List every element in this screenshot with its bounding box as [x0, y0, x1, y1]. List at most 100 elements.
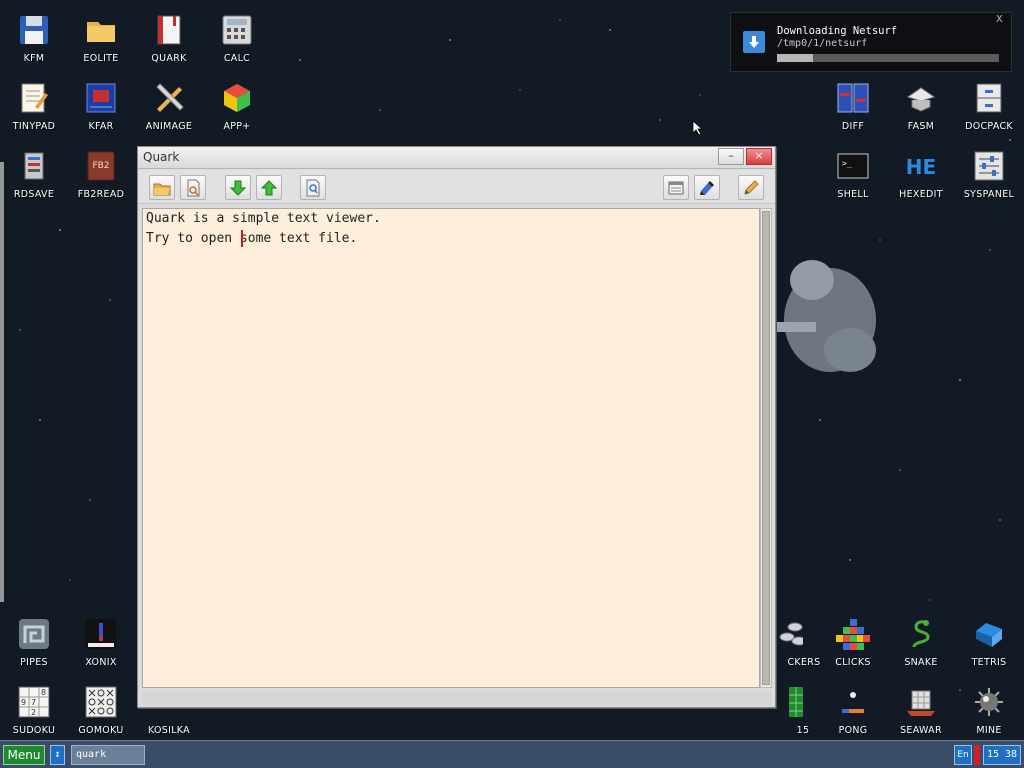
- notification-path: /tmp0/1/netsurf: [777, 38, 868, 49]
- desktop-icon-tinypad[interactable]: TINYPAD: [0, 76, 68, 142]
- icon-label: KFM: [23, 53, 45, 64]
- download-notification[interactable]: Downloading Netsurf /tmp0/1/netsurf x: [730, 11, 1012, 72]
- desktop-icon-animage[interactable]: ANIMAGE: [135, 76, 203, 142]
- desktop-icon-seawar[interactable]: SEAWAR: [887, 680, 955, 746]
- icon-label: CLICKS: [835, 657, 871, 668]
- clicks-blocks-icon: [835, 616, 871, 652]
- download-progress-fill: [777, 54, 813, 62]
- desktop-icon-syspanel[interactable]: SYSPANEL: [955, 144, 1023, 210]
- close-button[interactable]: ×: [746, 148, 772, 165]
- pong-icon: [835, 684, 871, 720]
- edit-pencil-icon: [744, 179, 759, 195]
- desktop-icon-docpack[interactable]: DOCPACK: [955, 76, 1023, 142]
- text-line-2: Try to open some text file.: [146, 231, 358, 246]
- icon-label: DIFF: [841, 121, 865, 132]
- window-toolbar: [138, 170, 775, 204]
- icon-label: APP+: [223, 121, 251, 132]
- desktop-icon-hexedit[interactable]: HE HEXEDIT: [887, 144, 955, 210]
- desktop-icon-quark[interactable]: QUARK: [135, 8, 203, 74]
- open-file-button[interactable]: [149, 175, 175, 200]
- window-titlebar[interactable]: Quark – ×: [138, 147, 775, 169]
- icon-label: KOSILKA: [148, 725, 190, 736]
- desktop-icon-calc[interactable]: CALC: [203, 8, 271, 74]
- clock[interactable]: 15 38: [983, 745, 1021, 765]
- desktop-icon-diff[interactable]: DIFF: [819, 76, 887, 142]
- scrollbar-thumb[interactable]: [762, 211, 770, 685]
- desktop-icon-kfm[interactable]: KFM: [0, 8, 68, 74]
- desktop-icon-app-plus[interactable]: APP+: [203, 76, 271, 142]
- desktop-icon-snake[interactable]: SNAKE: [887, 612, 955, 678]
- icon-label: SNAKE: [904, 657, 938, 668]
- icon-label: SYSPANEL: [963, 189, 1015, 200]
- folder-open-icon: [153, 183, 171, 195]
- notepad-icon: [16, 80, 52, 116]
- desktop-icon-eolite[interactable]: EOLITE: [67, 8, 135, 74]
- desktop-icon-mine[interactable]: MINE: [955, 680, 1023, 746]
- desktop-icon-rdsave[interactable]: RDSAVE: [0, 144, 68, 210]
- scroll-down-button[interactable]: [225, 175, 251, 200]
- desktop-icon-shell[interactable]: >_ SHELL: [819, 144, 887, 210]
- notification-close-icon[interactable]: x: [996, 11, 1003, 25]
- svg-text:>_: >_: [842, 159, 852, 168]
- cube-icon: [219, 80, 255, 116]
- font-settings-button[interactable]: [663, 175, 689, 200]
- window-title: Quark: [143, 150, 180, 164]
- desktop-icon-pipes[interactable]: PIPES: [0, 612, 68, 678]
- pencil-ruler-icon: [151, 80, 187, 116]
- icon-label: FB2READ: [77, 189, 125, 200]
- icon-label: PIPES: [20, 657, 48, 668]
- scroll-up-button[interactable]: [256, 175, 282, 200]
- svg-text:7: 7: [31, 698, 36, 707]
- ship-icon: [903, 684, 939, 720]
- find-icon: [306, 179, 320, 196]
- icon-label: QUARK: [151, 53, 187, 64]
- svg-text:HE: HE: [906, 155, 936, 179]
- menu-button[interactable]: Menu: [3, 745, 45, 765]
- desktop-icon-kfar[interactable]: KFAR: [67, 76, 135, 142]
- quark-window: Quark – × Quark is a simple text viewer.…: [137, 146, 776, 708]
- tetris-icon: [971, 616, 1007, 652]
- taskbar-item-quark[interactable]: quark: [71, 745, 145, 765]
- icon-label: EOLITE: [83, 53, 119, 64]
- icon-label: GOMOKU: [78, 725, 124, 736]
- folder-icon: [83, 12, 119, 48]
- desktop-icon-gomoku[interactable]: GOMOKU: [67, 680, 135, 746]
- desktop-icon-fasm[interactable]: FASM: [887, 76, 955, 142]
- icon-label: HEXEDIT: [899, 189, 943, 200]
- text-view[interactable]: Quark is a simple text viewer. Try to op…: [142, 208, 760, 688]
- icon-label: FASM: [907, 121, 935, 132]
- search-file-button[interactable]: [180, 175, 206, 200]
- activity-indicator: [974, 745, 980, 765]
- desktop-icon-xonix[interactable]: XONIX: [67, 612, 135, 678]
- desktop-icon-clicks[interactable]: CLICKS: [819, 612, 887, 678]
- language-indicator[interactable]: En: [954, 745, 972, 765]
- desktop-icon-tetris[interactable]: TETRIS: [955, 612, 1023, 678]
- icon-label: SHELL: [837, 189, 869, 200]
- desktop-icon-pong[interactable]: PONG: [819, 680, 887, 746]
- vertical-scrollbar[interactable]: [760, 208, 772, 688]
- calculator-icon: [219, 12, 255, 48]
- desktop-icon-fb2read[interactable]: FB2 FB2READ: [67, 144, 135, 210]
- desktop-icon-sudoku[interactable]: 978 2 SUDOKU: [0, 680, 68, 746]
- minimize-button[interactable]: –: [718, 148, 744, 165]
- sudoku-grid-icon: 978 2: [16, 684, 52, 720]
- find-button[interactable]: [300, 175, 326, 200]
- floppy-icon: [16, 12, 52, 48]
- download-arrow-icon: [743, 31, 765, 53]
- icon-label: DOCPACK: [965, 121, 1013, 132]
- kfar-icon: [83, 80, 119, 116]
- hex-icon: HE: [903, 148, 939, 184]
- edit-button[interactable]: [738, 175, 764, 200]
- rdsave-icon: [16, 148, 52, 184]
- mouse-cursor-icon: [692, 120, 704, 136]
- diff-icon: [835, 80, 871, 116]
- icon-label: TINYPAD: [12, 121, 56, 132]
- icon-label: ANIMAGE: [145, 121, 193, 132]
- sliders-icon: [971, 148, 1007, 184]
- switch-windows-button[interactable]: ↕: [50, 745, 65, 765]
- pipes-icon: [16, 616, 52, 652]
- fasm-icon: [903, 80, 939, 116]
- encoding-button[interactable]: [694, 175, 720, 200]
- text-line-1: Quark is a simple text viewer.: [146, 211, 381, 226]
- gomoku-icon: [83, 684, 119, 720]
